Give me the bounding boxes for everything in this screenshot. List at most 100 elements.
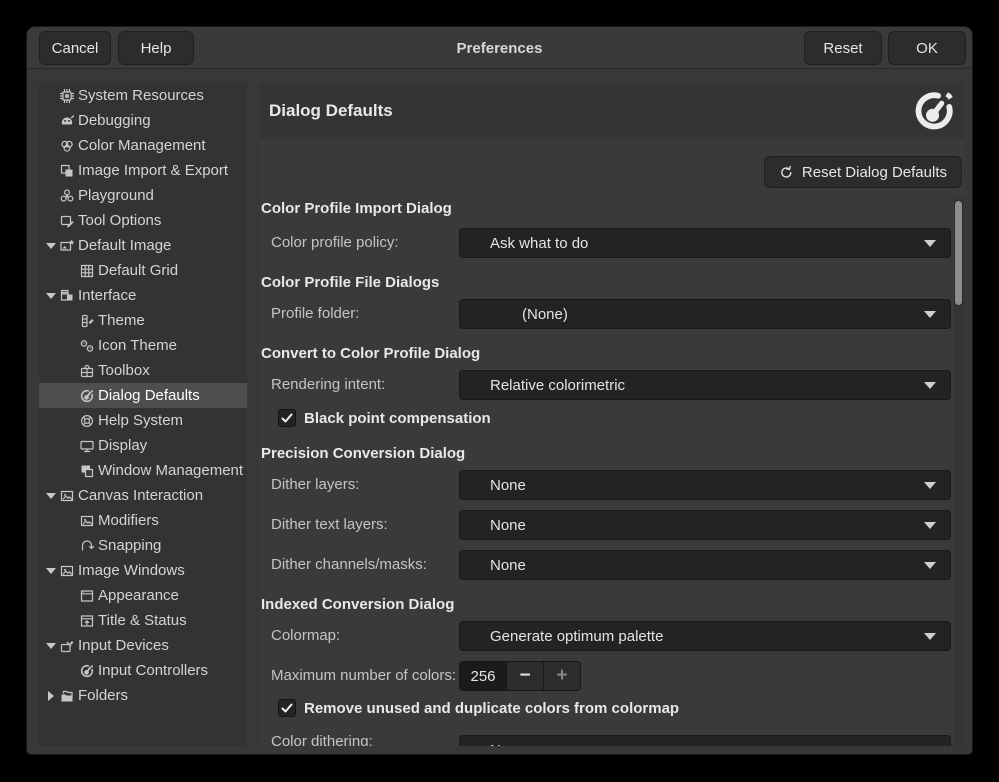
expander-triangle[interactable] [43,243,59,249]
sidebar-item-default-image[interactable]: Default Image [39,233,247,258]
propeller-icon [59,188,75,204]
page-title: Dialog Defaults [269,83,393,139]
sidebar-item-debugging[interactable]: Debugging [39,108,247,133]
cancel-button[interactable]: Cancel [39,31,111,65]
sidebar-item-snapping[interactable]: Snapping [39,533,247,558]
sidebar-item-label: Canvas Interaction [78,487,203,504]
sidebar-item-appearance[interactable]: Appearance [39,583,247,608]
sidebar-item-input-devices[interactable]: Input Devices [39,633,247,658]
chevron-down-icon [46,293,56,299]
sidebar-item-interface[interactable]: Interface [39,283,247,308]
main-panel: Dialog Defaults Reset Dialog Defaults Co… [259,83,963,746]
monitor-icon [79,438,95,454]
sidebar-item-label: Title & Status [98,612,187,629]
chevron-down-icon [46,568,56,574]
dither-text-layers-label: Dither text layers: [271,515,388,535]
sidebar-item-theme[interactable]: Theme [39,308,247,333]
sidebar-item-icon-theme[interactable]: Icon Theme [39,333,247,358]
expander-triangle[interactable] [43,643,59,649]
sidebar-item-label: Default Grid [98,262,178,279]
sidebar-item-label: Theme [98,312,145,329]
section-title-color-profile-file: Color Profile File Dialogs [261,274,439,292]
help-button[interactable]: Help [118,31,194,65]
sidebar-item-label: Icon Theme [98,337,177,354]
sidebar-item-label: Help System [98,412,183,429]
color-profile-policy-label: Color profile policy: [271,233,399,253]
sidebar-item-image-import-export[interactable]: Image Import & Export [39,158,247,183]
sidebar-item-label: Default Image [78,237,171,254]
chevron-down-icon [46,493,56,499]
sidebar-item-input-controllers[interactable]: Input Controllers [39,658,247,683]
colormap-dropdown[interactable]: Generate optimum palette [459,621,951,651]
sidebar-item-label: Appearance [98,587,179,604]
sidebar-item-help-system[interactable]: Help System [39,408,247,433]
sidebar-item-label: Folders [78,687,128,704]
scrollbar-thumb[interactable] [954,200,963,306]
ok-button[interactable]: OK [888,31,966,65]
expander-triangle[interactable] [43,568,59,574]
gauge-icon [79,663,95,679]
sidebar-item-playground[interactable]: Playground [39,183,247,208]
color-dithering-dropdown[interactable]: None [459,735,951,746]
title-status-icon [79,613,95,629]
rendering-intent-dropdown[interactable]: Relative colorimetric [459,370,951,400]
sidebar-item-display[interactable]: Display [39,433,247,458]
chevron-down-icon [924,633,936,640]
profile-folder-dropdown[interactable]: (None) [459,299,951,329]
sidebar-item-title-status[interactable]: Title & Status [39,608,247,633]
sidebar-item-dialog-defaults[interactable]: Dialog Defaults [39,383,247,408]
sidebar-item-canvas-interaction[interactable]: Canvas Interaction [39,483,247,508]
scrollbar[interactable] [954,198,964,746]
section-title-indexed-conversion: Indexed Conversion Dialog [261,596,454,614]
sidebar-item-label: System Resources [78,87,204,104]
lifebuoy-icon [79,413,95,429]
expander-triangle[interactable] [43,691,59,701]
dropdown-value: None [490,557,924,574]
color-circles-icon [59,138,75,154]
max-colors-spinner: 256 − + [459,661,581,691]
dropdown-value: None [490,517,924,534]
sidebar-item-default-grid[interactable]: Default Grid [39,258,247,283]
chevron-right-icon [48,691,54,701]
sidebar-item-label: Input Devices [78,637,169,654]
sidebar-item-folders[interactable]: Folders [39,683,247,708]
decrement-button[interactable]: − [507,661,544,691]
max-colors-label: Maximum number of colors: [271,666,456,686]
dither-layers-dropdown[interactable]: None [459,470,951,500]
sidebar-item-image-windows[interactable]: Image Windows [39,558,247,583]
expander-triangle[interactable] [43,293,59,299]
sidebar-item-toolbox[interactable]: Toolbox [39,358,247,383]
sidebar-item-label: Image Windows [78,562,185,579]
reset-dialog-defaults-label: Reset Dialog Defaults [802,164,947,181]
dropdown-value: (None) [522,306,924,323]
increment-button[interactable]: + [544,661,581,691]
settings-scroll-area: Color Profile Import Dialog Color profil… [259,198,952,746]
grid-icon [79,263,95,279]
sidebar-item-system-resources[interactable]: System Resources [39,83,247,108]
tool-options-icon [59,213,75,229]
dialog-defaults-icon [911,88,957,134]
color-profile-policy-dropdown[interactable]: Ask what to do [459,228,951,258]
sidebar-item-window-management[interactable]: Window Management [39,458,247,483]
sidebar-item-color-management[interactable]: Color Management [39,133,247,158]
sidebar-item-label: Snapping [98,537,161,554]
dropdown-value: Generate optimum palette [490,628,924,645]
reset-button[interactable]: Reset [804,31,882,65]
max-colors-value[interactable]: 256 [459,661,507,691]
sidebar-item-modifiers[interactable]: Modifiers [39,508,247,533]
section-title-color-profile-import: Color Profile Import Dialog [261,200,452,218]
preferences-dialog: Cancel Help Preferences Reset OK System … [26,26,973,755]
sidebar-item-tool-options[interactable]: Tool Options [39,208,247,233]
import-export-icon [59,163,75,179]
expander-triangle[interactable] [43,493,59,499]
page-header: Dialog Defaults [259,83,963,139]
check-icon [281,412,293,424]
dither-channels-masks-dropdown[interactable]: None [459,550,951,580]
sidebar-item-label: Input Controllers [98,662,208,679]
reset-dialog-defaults-button[interactable]: Reset Dialog Defaults [764,156,962,188]
image-icon [79,513,95,529]
chevron-down-icon [924,311,936,318]
remove-unused-colors-checkbox[interactable] [278,699,296,717]
dither-text-layers-dropdown[interactable]: None [459,510,951,540]
black-point-compensation-checkbox[interactable] [278,409,296,427]
